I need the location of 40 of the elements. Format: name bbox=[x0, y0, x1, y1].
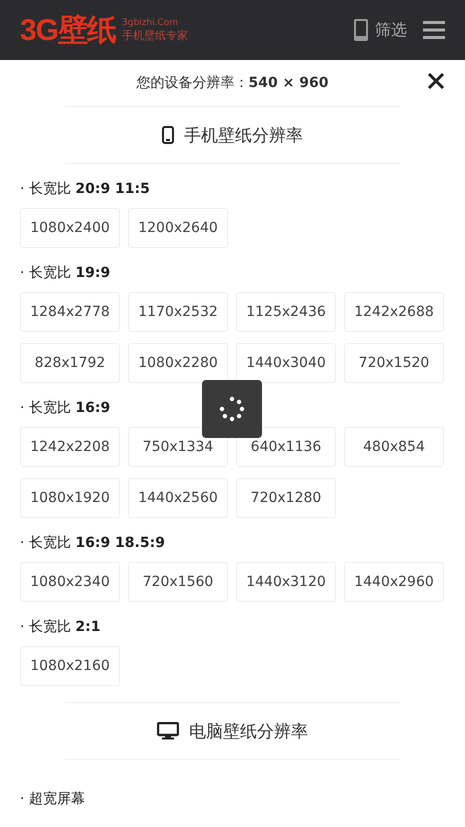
resolution-option[interactable]: 1080x2280 bbox=[128, 343, 228, 383]
aspect-ratio-label: · 长宽比 16:9 bbox=[20, 399, 110, 417]
aspect-ratio-label: · 长宽比 16:9 18.5:9 bbox=[20, 534, 165, 552]
device-resolution: 您的设备分辨率：540 × 960 bbox=[136, 74, 328, 92]
aspect-ratio-label: · 长宽比 20:9 11:5 bbox=[20, 180, 150, 198]
menu-button[interactable] bbox=[423, 20, 445, 40]
aspect-ratio-label: · 超宽屏幕 bbox=[20, 790, 85, 808]
monitor-icon bbox=[157, 722, 179, 740]
filter-button[interactable]: 筛选 bbox=[353, 18, 407, 42]
logo-slogan: 手机壁纸专家 bbox=[122, 28, 188, 42]
resolution-option[interactable]: 1242x2688 bbox=[344, 292, 444, 332]
resolution-option[interactable]: 720x1520 bbox=[344, 343, 444, 383]
resolution-option[interactable]: 720x1280 bbox=[236, 478, 336, 518]
close-button[interactable] bbox=[427, 72, 445, 90]
phone-icon bbox=[353, 18, 369, 42]
spinner-icon bbox=[219, 396, 245, 422]
resolution-option[interactable]: 1080x1920 bbox=[20, 478, 120, 518]
aspect-ratio-label: · 长宽比 2:1 bbox=[20, 618, 100, 636]
resolution-option[interactable]: 1080x2160 bbox=[20, 646, 120, 686]
resolution-option[interactable]: 1080x2340 bbox=[20, 562, 120, 602]
aspect-ratio-label: · 长宽比 19:9 bbox=[20, 264, 110, 282]
logo-domain: 3gbizhi.Com bbox=[122, 18, 180, 29]
phone-icon bbox=[162, 126, 174, 144]
section-title: 电脑壁纸分辨率 bbox=[189, 720, 308, 742]
resolution-option[interactable]: 1170x2532 bbox=[128, 292, 228, 332]
resolution-option[interactable]: 1284x2778 bbox=[20, 292, 120, 332]
resolution-option[interactable]: 1200x2640 bbox=[128, 208, 228, 248]
resolution-option[interactable]: 480x854 bbox=[344, 427, 444, 467]
resolution-option[interactable]: 1125x2436 bbox=[236, 292, 336, 332]
resolution-option[interactable]: 1080x2400 bbox=[20, 208, 120, 248]
resolution-option[interactable]: 720x1560 bbox=[128, 562, 228, 602]
resolution-option[interactable]: 1440x2560 bbox=[128, 478, 228, 518]
resolution-option[interactable]: 1440x3040 bbox=[236, 343, 336, 383]
resolution-option[interactable]: 1440x2960 bbox=[344, 562, 444, 602]
resolution-option[interactable]: 828x1792 bbox=[20, 343, 120, 383]
resolution-option[interactable]: 1242x2208 bbox=[20, 427, 120, 467]
resolution-option[interactable]: 640x1136 bbox=[236, 427, 336, 467]
resolution-option[interactable]: 1440x3120 bbox=[236, 562, 336, 602]
resolution-option[interactable]: 750x1334 bbox=[128, 427, 228, 467]
section-title: 手机壁纸分辨率 bbox=[184, 124, 303, 146]
